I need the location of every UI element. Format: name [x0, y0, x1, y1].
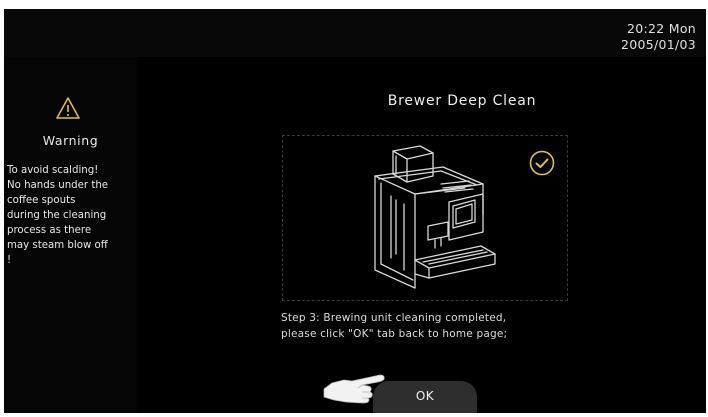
warning-line: process as there — [7, 225, 92, 236]
warning-triangle-icon — [56, 97, 80, 119]
clock: 20:22 Mon 2005/01/03 — [621, 21, 696, 53]
step-line: please click "OK" tab back to home page; — [281, 328, 508, 340]
warning-message: To avoid scalding! No hands under the co… — [7, 163, 135, 268]
warning-title: Warning — [42, 133, 99, 148]
checkmark-icon — [529, 150, 555, 176]
warning-line: No hands under the — [7, 180, 109, 191]
step-instructions: Step 3: Brewing unit cleaning completed,… — [281, 310, 611, 342]
step-line: Step 3: Brewing unit cleaning completed, — [281, 312, 507, 324]
warning-line: coffee spouts — [7, 195, 76, 206]
clock-time: 20:22 Mon — [626, 21, 696, 36]
screen: 20:22 Mon 2005/01/03 Warning To avoid sc… — [4, 9, 706, 413]
clock-date: 2005/01/03 — [620, 37, 696, 52]
warning-line: To avoid scalding! — [7, 165, 99, 176]
warning-line: during the cleaning — [7, 210, 107, 221]
page-title: Brewer Deep Clean — [387, 93, 537, 109]
warning-line: may steam blow off — [7, 240, 108, 251]
warning-line: ! — [7, 255, 12, 266]
coffee-machine-illustration — [374, 145, 496, 289]
status-bar: 20:22 Mon 2005/01/03 — [4, 9, 706, 57]
illustration-frame — [282, 135, 568, 301]
pointing-hand-icon — [323, 374, 385, 404]
